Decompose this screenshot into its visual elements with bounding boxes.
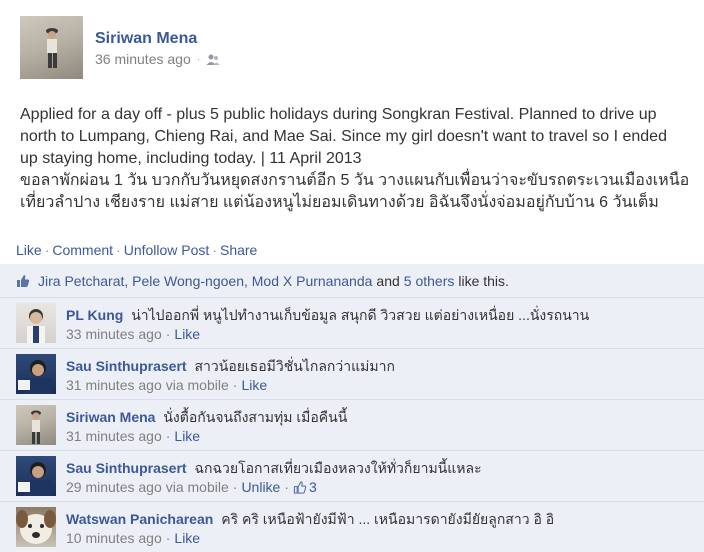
post-author[interactable]: Siriwan Mena	[95, 30, 197, 48]
comment-time[interactable]: 31 minutes ago	[66, 377, 162, 393]
comment-time[interactable]: 10 minutes ago	[66, 530, 162, 546]
separator: ·	[116, 242, 121, 258]
comment-text: ฉกฉวยโอกาสเที่ยวเมืองหลวงให้ทั่วก็ยามนี้…	[194, 460, 482, 476]
comment-time[interactable]: 29 minutes ago	[66, 479, 162, 495]
commenter-name[interactable]: Siriwan Mena	[66, 409, 155, 425]
commenter-name[interactable]: Sau Sinthuprasert	[66, 358, 187, 374]
post-time[interactable]: 36 minutes ago	[95, 51, 191, 67]
comment-like-link[interactable]: Like	[174, 530, 200, 546]
separator: ·	[212, 242, 217, 258]
commenter-name[interactable]: Sau Sinthuprasert	[66, 460, 187, 476]
commenter-name[interactable]: Watswan Panicharean	[66, 511, 213, 527]
post-body: Applied for a day off - plus 5 public ho…	[20, 104, 692, 214]
comment-text: น่าไปออกพี่ หนูไปทำงานเก็บข้อมูล สนุกดี …	[131, 307, 590, 323]
comment-line: Siriwan Mena นั่งตื้อกันจนถึงสามทุ่ม เมื…	[66, 407, 347, 429]
separator: ·	[44, 242, 50, 258]
comment-like-link[interactable]: Like	[174, 326, 200, 342]
likes-others-link[interactable]: 5 others	[404, 273, 455, 289]
comment-line: Sau Sinthuprasert ฉกฉวยโอกาสเที่ยวเมืองห…	[66, 458, 482, 480]
separator: ·	[165, 530, 171, 546]
comment-time[interactable]: 33 minutes ago	[66, 326, 162, 342]
comment-via[interactable]: via mobile	[166, 377, 229, 393]
comment-item: Siriwan Mena นั่งตื้อกันจนถึงสามทุ่ม เมื…	[0, 400, 704, 451]
commenter-avatar[interactable]	[16, 354, 56, 394]
comment-text: นั่งตื้อกันจนถึงสามทุ่ม เมื่อคืนนี้	[163, 409, 348, 425]
commenter-name[interactable]: PL Kung	[66, 307, 123, 323]
comment-item: Sau Sinthuprasert สาวน้อยเธอมีวิชั่นไกลก…	[0, 349, 704, 400]
post-text-line-thai: เที่ยวลำปาง เชียงราย แม่สาย แต่น้องหนูไม…	[20, 194, 659, 211]
person-figure-icon	[46, 28, 58, 68]
comment-item: PL Kung น่าไปออกพี่ หนูไปทำงานเก็บข้อมูล…	[0, 298, 704, 349]
post-text-line: up staying home, including today. | 11 A…	[20, 150, 362, 167]
comment-time[interactable]: 31 minutes ago	[66, 428, 162, 444]
comment-via[interactable]: via mobile	[166, 479, 229, 495]
commenter-avatar[interactable]	[16, 303, 56, 343]
separator: ·	[165, 428, 171, 444]
post-actions: Like · Comment · Unfollow Post · Share	[16, 242, 257, 258]
comment-like-link[interactable]: Like	[241, 377, 267, 393]
comment-item: Watswan Panicharean คริ คริ เหนือฟ้ายังม…	[0, 502, 704, 552]
separator: ·	[284, 479, 290, 495]
comment-link[interactable]: Comment	[52, 242, 113, 258]
likers-names[interactable]: Jira Petcharat, Pele Wong-ngoen, Mod X P…	[38, 273, 372, 289]
separator: ·	[232, 479, 238, 495]
comment-line: Sau Sinthuprasert สาวน้อยเธอมีวิชั่นไกลก…	[66, 356, 395, 378]
likes-and: and	[376, 272, 400, 289]
author-avatar[interactable]	[20, 16, 83, 79]
comment-meta: 31 minutes ago via mobile · Like	[66, 377, 267, 393]
friends-icon[interactable]	[206, 53, 220, 65]
comment-meta: 31 minutes ago · Like	[66, 428, 200, 444]
comment-meta: 10 minutes ago · Like	[66, 530, 200, 546]
unfollow-post-link[interactable]: Unfollow Post	[124, 242, 210, 258]
post-text-line-thai: ขอลาพักผ่อน 1 วัน บวกกับวันหยุดสงกรานต์อ…	[20, 172, 690, 189]
commenter-avatar[interactable]	[16, 456, 56, 496]
commenter-avatar[interactable]	[16, 507, 56, 547]
like-count: 3	[309, 479, 317, 495]
separator: ·	[165, 326, 171, 342]
like-link[interactable]: Like	[16, 242, 42, 258]
comment-line: Watswan Panicharean คริ คริ เหนือฟ้ายังม…	[66, 509, 554, 531]
thumbs-up-icon	[17, 274, 30, 287]
meta-separator: ·	[196, 53, 201, 65]
likes-summary: Jira Petcharat, Pele Wong-ngoen, Mod X P…	[0, 264, 704, 298]
likes-suffix: like this.	[458, 272, 509, 289]
comment-item: Sau Sinthuprasert ฉกฉวยโอกาสเที่ยวเมืองห…	[0, 451, 704, 502]
comment-text: สาวน้อยเธอมีวิชั่นไกลกว่าแม่มาก	[194, 358, 395, 374]
separator: ·	[232, 377, 238, 393]
comment-like-count[interactable]: 3	[293, 479, 317, 495]
post-meta: 36 minutes ago ·	[95, 51, 220, 67]
comment-unlike-link[interactable]: Unlike	[241, 479, 280, 495]
comment-meta: 33 minutes ago · Like	[66, 326, 200, 342]
post-text-line: Applied for a day off - plus 5 public ho…	[20, 106, 657, 123]
comment-line: PL Kung น่าไปออกพี่ หนูไปทำงานเก็บข้อมูล…	[66, 305, 589, 327]
comment-text: คริ คริ เหนือฟ้ายังมีฟ้า ... เหนือมารดาย…	[221, 511, 555, 527]
post-text-line: north to Lumpang, Chieng Rai, and Mae Sa…	[20, 128, 667, 145]
comment-meta: 29 minutes ago via mobile · Unlike · 3	[66, 479, 317, 495]
thumbs-up-icon	[293, 480, 307, 494]
share-link[interactable]: Share	[220, 242, 257, 258]
feedback-section: Jira Petcharat, Pele Wong-ngoen, Mod X P…	[0, 264, 704, 552]
comment-like-link[interactable]: Like	[174, 428, 200, 444]
commenter-avatar[interactable]	[16, 405, 56, 445]
